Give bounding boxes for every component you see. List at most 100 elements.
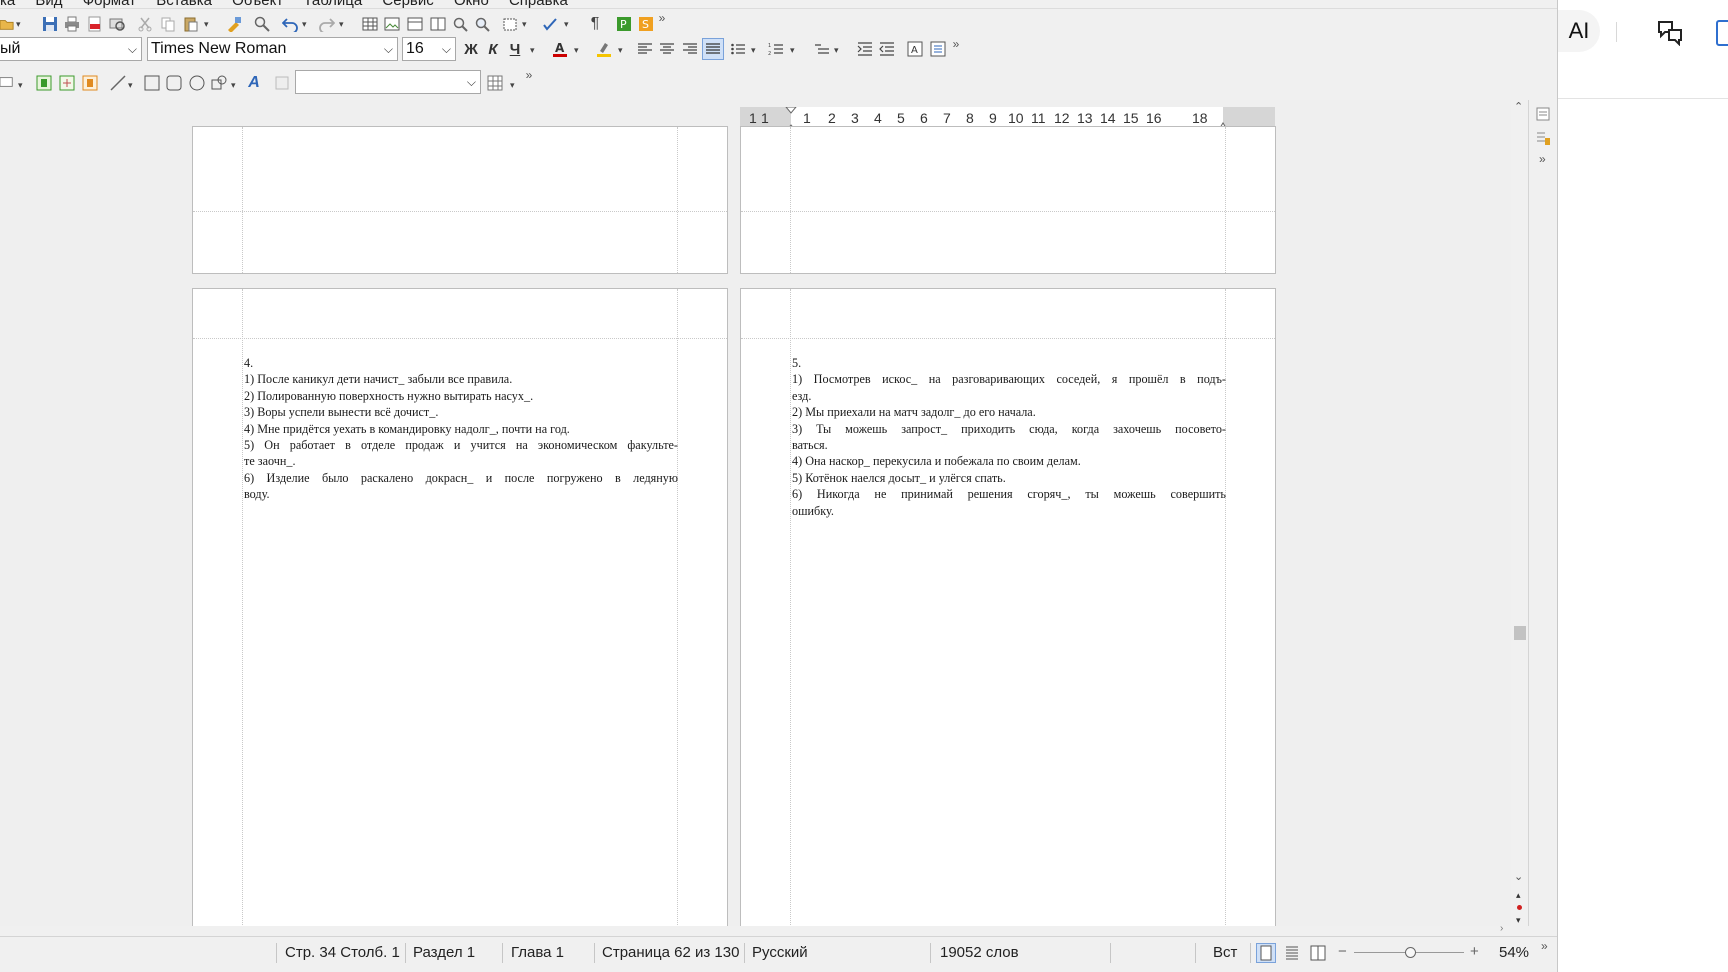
book-view-button[interactable] (1309, 944, 1327, 966)
chat-icon[interactable] (1656, 18, 1684, 51)
vertical-scrollbar[interactable]: ⌃ ⌄ ▴ ▾ (1511, 100, 1528, 926)
page-bottom-left[interactable]: 4. 1) После каникул дети начист_ забыли … (192, 288, 728, 926)
highlight-color-icon[interactable] (594, 39, 614, 59)
find-combo[interactable]: ⌵ (295, 70, 481, 94)
export-pdf-icon[interactable] (85, 14, 105, 34)
underline-button[interactable]: Ч (505, 39, 525, 59)
insert-chart-icon[interactable] (405, 14, 425, 34)
font-name-combo[interactable]: Times New Roman ⌵ (147, 37, 398, 61)
page-text[interactable]: 5. 1) Посмотрев искос_ на разговаривающи… (792, 355, 1226, 519)
save-icon[interactable] (40, 14, 60, 34)
align-center-icon[interactable] (658, 39, 676, 59)
previous-page-icon[interactable]: ▴ (1516, 890, 1521, 901)
ellipse-tool-icon[interactable] (188, 74, 206, 92)
status-zoom-level[interactable]: 54% (1499, 944, 1529, 961)
highlight-dropdown-icon[interactable]: ▾ (618, 45, 623, 56)
redo-icon[interactable] (317, 14, 337, 34)
zoom-out-icon[interactable]: − (1338, 943, 1347, 960)
open-icon[interactable] (0, 14, 14, 34)
insert-image-icon[interactable] (382, 14, 402, 34)
undo-icon[interactable] (280, 14, 300, 34)
styles-icon[interactable] (1535, 130, 1551, 151)
bullet-list-dropdown-icon[interactable]: ▾ (751, 45, 756, 56)
shapes-tool-icon[interactable] (210, 74, 228, 92)
multi-page-view-button[interactable] (1283, 944, 1301, 966)
scroll-down-icon[interactable]: ⌄ (1514, 870, 1523, 883)
find-replace-icon[interactable] (252, 14, 272, 34)
insert-object-dropdown-icon[interactable]: ▾ (18, 80, 23, 91)
paragraph-dialog-icon[interactable] (929, 39, 947, 59)
zoom-in-icon[interactable]: + (1470, 943, 1479, 960)
spellcheck-dropdown-icon[interactable]: ▾ (564, 19, 569, 30)
underline-dropdown-icon[interactable]: ▾ (530, 45, 535, 56)
toggle-extrusion-icon[interactable] (273, 74, 291, 92)
statusbar-overflow-icon[interactable]: » (1541, 939, 1548, 953)
spellcheck-icon[interactable] (540, 14, 560, 34)
font-size-combo[interactable]: 16 ⌵ (402, 37, 456, 61)
frame-grid-icon[interactable] (58, 74, 76, 92)
zoom-icon[interactable] (450, 14, 470, 34)
insert-field-icon[interactable] (500, 14, 520, 34)
scroll-right-icon[interactable]: › (1500, 923, 1503, 934)
rounded-rect-tool-icon[interactable] (165, 74, 183, 92)
extension-p-icon[interactable]: P (614, 14, 634, 34)
clone-formatting-icon[interactable] (224, 14, 244, 34)
insert-object-icon[interactable] (0, 74, 14, 90)
page-text[interactable]: 4. 1) После каникул дети начист_ забыли … (244, 355, 678, 503)
extension-s-icon[interactable]: S (636, 14, 656, 34)
align-right-icon[interactable] (681, 39, 699, 59)
table-grid-dropdown-icon[interactable]: ▾ (510, 80, 515, 91)
bold-button[interactable]: Ж (461, 39, 481, 59)
copy-icon[interactable] (158, 14, 178, 34)
table-grid-icon[interactable] (486, 74, 504, 92)
horizontal-scrollbar[interactable]: › (0, 923, 1518, 936)
page-top-right[interactable] (740, 126, 1276, 274)
insert-field-dropdown-icon[interactable]: ▾ (522, 19, 527, 30)
increase-indent-icon[interactable] (856, 39, 874, 59)
insert-table-icon[interactable] (360, 14, 380, 34)
toolbar-overflow-icon[interactable]: » (522, 68, 536, 82)
rectangle-tool-icon[interactable] (143, 74, 161, 92)
font-color-dropdown-icon[interactable]: ▾ (574, 45, 579, 56)
fontwork-icon[interactable]: A (245, 74, 263, 92)
paste-dropdown-icon[interactable]: ▾ (204, 19, 209, 30)
font-color-icon[interactable]: A (550, 39, 570, 59)
scroll-up-icon[interactable]: ⌃ (1514, 100, 1523, 113)
toolbar-overflow-icon[interactable]: » (949, 37, 963, 51)
zoom-slider-handle[interactable] (1405, 947, 1416, 958)
single-page-view-button[interactable] (1256, 943, 1276, 963)
line-tool-dropdown-icon[interactable]: ▾ (128, 80, 133, 91)
navigator-icon[interactable] (472, 14, 492, 34)
status-page-column[interactable]: Стр. 34 Столб. 1 (285, 944, 400, 961)
status-word-count[interactable]: 19052 слов (940, 944, 1019, 961)
status-page-count[interactable]: Страница 62 из 130 (602, 944, 741, 961)
paste-icon[interactable] (181, 14, 201, 34)
sidebar-more-icon[interactable]: » (1539, 152, 1546, 166)
page-top-left[interactable] (192, 126, 728, 274)
undo-dropdown-icon[interactable]: ▾ (302, 19, 307, 30)
print-icon[interactable] (62, 14, 82, 34)
align-left-icon[interactable] (636, 39, 654, 59)
open-dropdown-icon[interactable]: ▾ (16, 19, 21, 30)
character-dialog-icon[interactable]: A (906, 39, 924, 59)
frame-green-icon[interactable] (35, 74, 53, 92)
shapes-dropdown-icon[interactable]: ▾ (231, 80, 236, 91)
outline-list-icon[interactable] (813, 39, 831, 59)
decrease-indent-icon[interactable] (878, 39, 896, 59)
print-preview-icon[interactable] (107, 14, 127, 34)
status-language[interactable]: Русский (752, 944, 808, 961)
status-insert-mode[interactable]: Вст (1213, 944, 1237, 961)
app-icon[interactable] (1716, 20, 1728, 46)
page-bottom-right[interactable]: 5. 1) Посмотрев искос_ на разговаривающи… (740, 288, 1276, 926)
toolbar-overflow-icon[interactable]: » (655, 11, 669, 25)
navigation-dot-icon[interactable] (1517, 905, 1522, 910)
numbered-list-dropdown-icon[interactable]: ▾ (790, 45, 795, 56)
numbered-list-icon[interactable]: 12 (767, 39, 785, 59)
document-area[interactable]: 1 1 1 2 3 4 5 6 7 8 9 10 11 12 13 14 15 (0, 100, 1518, 926)
line-tool-icon[interactable] (109, 74, 127, 92)
cut-icon[interactable] (135, 14, 155, 34)
ai-button[interactable]: AI (1558, 10, 1600, 52)
next-page-icon[interactable]: ▾ (1516, 915, 1521, 926)
justify-button[interactable] (702, 38, 724, 60)
bullet-list-icon[interactable] (729, 39, 747, 59)
